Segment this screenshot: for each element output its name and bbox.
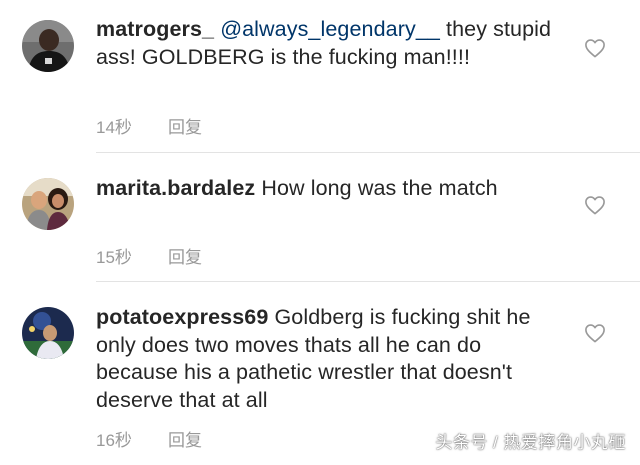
user-avatar[interactable] (22, 20, 74, 72)
user-avatar[interactable] (22, 178, 74, 230)
comment-text: marita.bardalez How long was the match (96, 175, 566, 203)
reply-button[interactable]: 回复 (168, 243, 202, 268)
comment-mention[interactable]: @always_legendary__ (220, 17, 440, 41)
comment-body: How long was the match (261, 176, 498, 200)
reply-button[interactable]: 回复 (168, 113, 202, 138)
comment-text: potatoexpress69 Goldberg is fucking shit… (96, 304, 566, 414)
comment-meta: 15秒 回复 (96, 243, 202, 268)
comment-username[interactable]: matrogers_ (96, 17, 214, 41)
reply-button[interactable]: 回复 (168, 426, 202, 451)
like-heart-icon[interactable] (584, 323, 606, 343)
avatar-night-photo-icon (22, 307, 74, 359)
comment-meta: 14秒 回复 (96, 113, 202, 138)
user-avatar[interactable] (22, 307, 74, 359)
avatar-dark-shirt-icon (22, 20, 74, 72)
comment-divider (96, 281, 640, 282)
comment-text: matrogers_ @always_legendary__ they stup… (96, 16, 566, 71)
comment-timestamp: 16秒 (96, 431, 132, 450)
comment-username[interactable]: potatoexpress69 (96, 305, 268, 329)
watermark-text: 头条号 / 热爱摔角小丸砸 (435, 433, 626, 452)
comment-timestamp: 14秒 (96, 118, 132, 137)
comment-meta: 16秒 回复 (96, 426, 202, 451)
comment-divider (96, 152, 640, 153)
avatar-couple-photo-icon (22, 178, 74, 230)
like-heart-icon[interactable] (584, 195, 606, 215)
comment-timestamp: 15秒 (96, 248, 132, 267)
like-heart-icon[interactable] (584, 38, 606, 58)
comment-username[interactable]: marita.bardalez (96, 176, 255, 200)
